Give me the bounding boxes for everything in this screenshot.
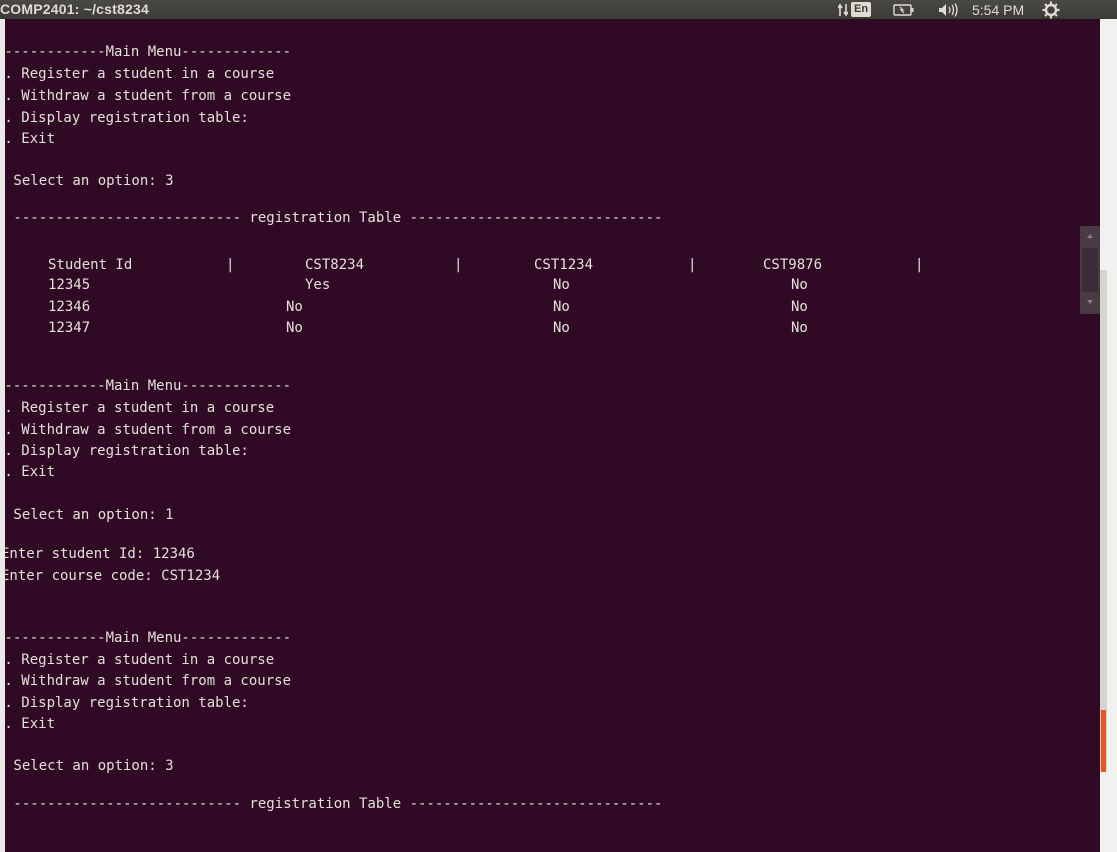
scrollbar-thumb[interactable] [1101, 710, 1106, 772]
battery-icon[interactable] [893, 0, 915, 19]
menu-header: -------------Main Menu------------- [5, 630, 292, 646]
menu-item-exit: 4. Exit [5, 131, 56, 147]
table-cell: No [553, 277, 570, 293]
scroll-up-arrow-icon[interactable] [1087, 234, 1093, 238]
volume-icon[interactable] [938, 0, 960, 19]
table-cell: No [791, 299, 808, 315]
menu-item-display: 3. Display registration table: [5, 443, 249, 459]
network-transfer-icon[interactable] [838, 0, 848, 19]
column-separator: | [915, 257, 924, 273]
menu-item-register: 1. Register a student in a course [5, 66, 275, 82]
menu-item-exit: 4. Exit [5, 464, 56, 480]
menu-item-withdraw: 2. Withdraw a student from a course [5, 422, 292, 438]
table-cell: No [286, 299, 303, 315]
table-cell: No [553, 320, 570, 336]
menu-item-display: 3. Display registration table: [5, 110, 249, 126]
table-cell: No [286, 320, 303, 336]
table-cell-id: 12345 [48, 277, 91, 293]
menu-item-withdraw: 2. Withdraw a student from a course [5, 88, 292, 104]
overlay-scroll-thumb[interactable] [1082, 248, 1098, 292]
column-header: CST8234 [305, 257, 365, 273]
terminal-output[interactable]: -------------Main Menu------------- 1. R… [5, 19, 1100, 852]
top-panel: COMP2401: ~/cst8234 En 5:54 PM [0, 0, 1117, 19]
clock[interactable]: 5:54 PM [972, 0, 1024, 19]
menu-header: -------------Main Menu------------- [5, 378, 292, 394]
scroll-down-arrow-icon[interactable] [1087, 300, 1093, 304]
table-cell-id: 12347 [48, 320, 91, 336]
scrollbar-trough[interactable] [1100, 270, 1107, 770]
column-header: CST1234 [534, 257, 594, 273]
student-id-entry: Enter student Id: 12346 [5, 546, 195, 562]
table-cell: No [553, 299, 570, 315]
select-prompt: Select an option: 3 [5, 758, 174, 774]
registration-table-header: --------------------------- registration… [5, 210, 663, 226]
select-prompt: Select an option: 3 [5, 173, 174, 189]
select-prompt: Select an option: 1 [5, 507, 174, 523]
table-cell: No [791, 277, 808, 293]
column-header: CST9876 [763, 257, 823, 273]
menu-item-register: 1. Register a student in a course [5, 652, 275, 668]
lang-badge: En [851, 2, 872, 17]
menu-item-display: 3. Display registration table: [5, 695, 249, 711]
settings-gear-icon[interactable] [1042, 0, 1060, 19]
table-cell: Yes [305, 277, 331, 293]
table-cell: No [791, 320, 808, 336]
keyboard-language-indicator[interactable]: En [851, 0, 872, 19]
registration-table-header: --------------------------- registration… [5, 796, 663, 812]
table-cell-id: 12346 [48, 299, 91, 315]
menu-item-register: 1. Register a student in a course [5, 400, 275, 416]
column-separator: | [226, 257, 235, 273]
column-separator: | [454, 257, 463, 273]
menu-header: -------------Main Menu------------- [5, 44, 292, 60]
course-code-entry: Enter course code: CST1234 [5, 568, 221, 584]
column-separator: | [688, 257, 697, 273]
menu-item-withdraw: 2. Withdraw a student from a course [5, 673, 292, 689]
window-title: COMP2401: ~/cst8234 [0, 1, 149, 17]
column-header: Student Id [48, 257, 133, 273]
overlay-scrollbar[interactable] [1080, 226, 1100, 314]
menu-item-exit: 4. Exit [5, 716, 56, 732]
